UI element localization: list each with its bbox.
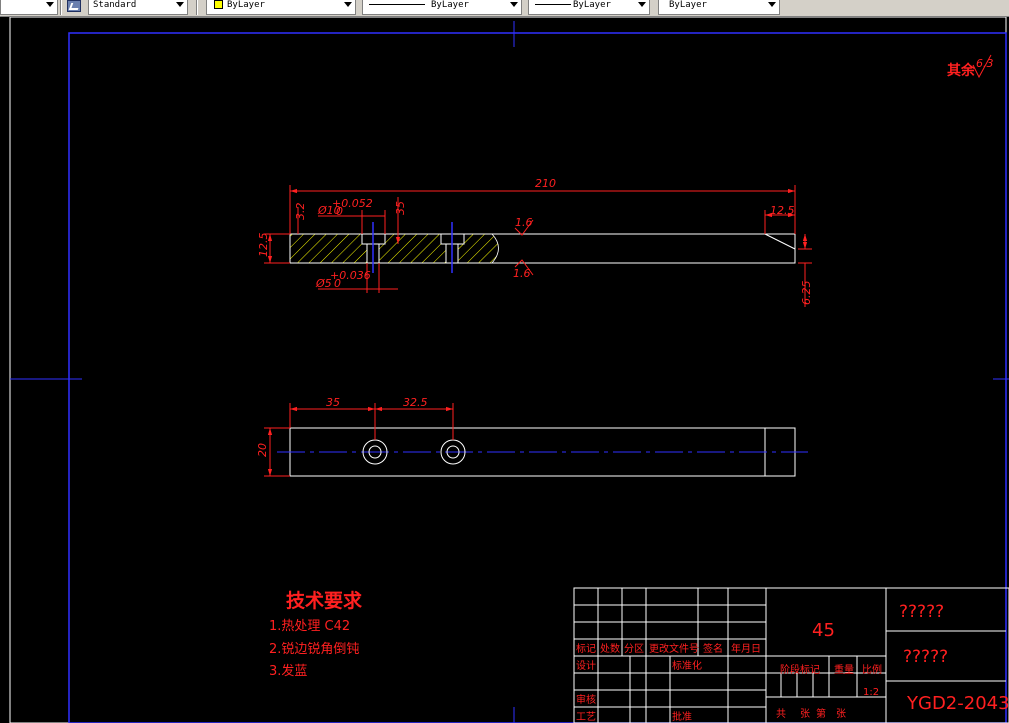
dim-plan-35: 35 — [326, 396, 340, 409]
part-name-2: ????? — [903, 647, 948, 667]
color-control-dropdown[interactable]: ByLayer — [206, 0, 356, 15]
dim-height-left: 12.5 — [257, 233, 270, 258]
svg-text:重量: 重量 — [834, 663, 854, 676]
lineweight-dropdown[interactable]: ByLayer — [528, 0, 650, 15]
chevron-down-icon — [176, 2, 184, 7]
svg-text:分区: 分区 — [624, 643, 644, 655]
svg-text:第: 第 — [816, 707, 826, 720]
layer-dropdown[interactable] — [0, 0, 58, 15]
svg-text:标准化: 标准化 — [672, 659, 702, 672]
linetype-value: ByLayer — [431, 0, 469, 10]
svg-text:张: 张 — [800, 708, 810, 720]
svg-text:6.3: 6.3 — [976, 57, 994, 70]
chevron-down-icon — [46, 2, 54, 7]
part-name-1: ????? — [899, 602, 944, 622]
svg-text:签名: 签名 — [703, 642, 723, 655]
linetype-dropdown[interactable]: ByLayer — [362, 0, 522, 15]
lineweight-value: ByLayer — [573, 0, 611, 10]
svg-text:批准: 批准 — [672, 710, 692, 723]
scale-value: 1:2 — [863, 687, 879, 698]
linetype-sample — [369, 4, 425, 5]
drawing-canvas[interactable]: 其余 6.3 210 12.5 12.5 3.2 35 Ø10 +0.052 0… — [0, 17, 1009, 723]
dim-right-625: 6.25 — [800, 281, 813, 306]
tech-req-item-2: 2.锐边锐角倒钝 — [269, 642, 359, 657]
chevron-down-icon — [344, 2, 352, 7]
material-value: 45 — [812, 620, 835, 641]
svg-text:标记: 标记 — [576, 643, 596, 655]
dim-hole-bottom-tol-low: 0 — [334, 277, 341, 290]
svg-text:工艺: 工艺 — [576, 711, 596, 723]
toolbar-separator — [196, 0, 198, 15]
text-style-value: Standard — [93, 0, 137, 10]
svg-text:处数: 处数 — [600, 642, 620, 655]
roughness-a: 1.6 — [515, 216, 533, 229]
text-style-dropdown[interactable]: Standard — [88, 0, 188, 15]
properties-toolbar: Standard ByLayer ByLayer ByLayer ByLayer — [0, 0, 1009, 17]
end-chamfer-line — [764, 233, 796, 250]
svg-text:比例: 比例 — [862, 663, 882, 676]
roughness-b: 1.6 — [513, 267, 531, 280]
chevron-down-icon — [638, 2, 646, 7]
roughness-note: 其余 — [947, 62, 976, 79]
dim-end-chamfer: 12.5 — [770, 204, 795, 217]
plan-view[interactable] — [277, 427, 808, 477]
plot-style-dropdown[interactable]: ByLayer — [658, 0, 780, 15]
svg-text:年月日: 年月日 — [731, 642, 761, 655]
lineweight-sample — [535, 4, 571, 5]
front-section-view[interactable] — [289, 222, 796, 273]
sheet-inner-border — [68, 32, 1007, 723]
svg-text:审核: 审核 — [576, 693, 596, 706]
technical-requirements: 技术要求 1.热处理 C42 2.锐边锐角倒钝 3.发蓝 — [269, 589, 363, 679]
tech-req-title: 技术要求 — [286, 589, 363, 612]
roughness-symbol-icon: 6.3 — [972, 54, 994, 79]
color-control-value: ByLayer — [227, 0, 265, 10]
title-block-text: 45 ????? ????? YGD2-2043 1:2 标记 处数 分区 更改… — [576, 602, 1009, 723]
sheet-outer-border — [9, 17, 1007, 723]
dim-hole-top-tol-low: 0 — [336, 205, 343, 218]
dim-top-small: 3.2 — [294, 203, 307, 221]
chevron-down-icon — [768, 2, 776, 7]
tech-req-item-1: 1.热处理 C42 — [269, 619, 350, 634]
toolbar-separator — [60, 0, 62, 15]
svg-text:张: 张 — [836, 708, 846, 720]
dim-plan-325: 32.5 — [403, 396, 428, 409]
dim-overall-length: 210 — [535, 177, 556, 190]
color-swatch — [214, 0, 223, 9]
svg-text:设计: 设计 — [576, 659, 596, 672]
text-style-icon[interactable] — [67, 0, 81, 12]
dim-plan-20: 20 — [256, 443, 269, 457]
dim-top-35: 35 — [394, 201, 407, 215]
chevron-down-icon — [510, 2, 518, 7]
tech-req-item-3: 3.发蓝 — [269, 663, 307, 679]
cad-drawing[interactable]: 其余 6.3 210 12.5 12.5 3.2 35 Ø10 +0.052 0… — [0, 17, 1009, 723]
drawing-number: YGD2-2043 — [906, 693, 1009, 714]
svg-text:共: 共 — [776, 708, 786, 720]
plot-style-value: ByLayer — [669, 0, 707, 10]
section-hatch — [289, 233, 499, 264]
svg-text:更改文件号: 更改文件号 — [649, 642, 699, 655]
plan-view-dimensions — [264, 403, 454, 477]
svg-text:阶段标记: 阶段标记 — [780, 663, 820, 676]
